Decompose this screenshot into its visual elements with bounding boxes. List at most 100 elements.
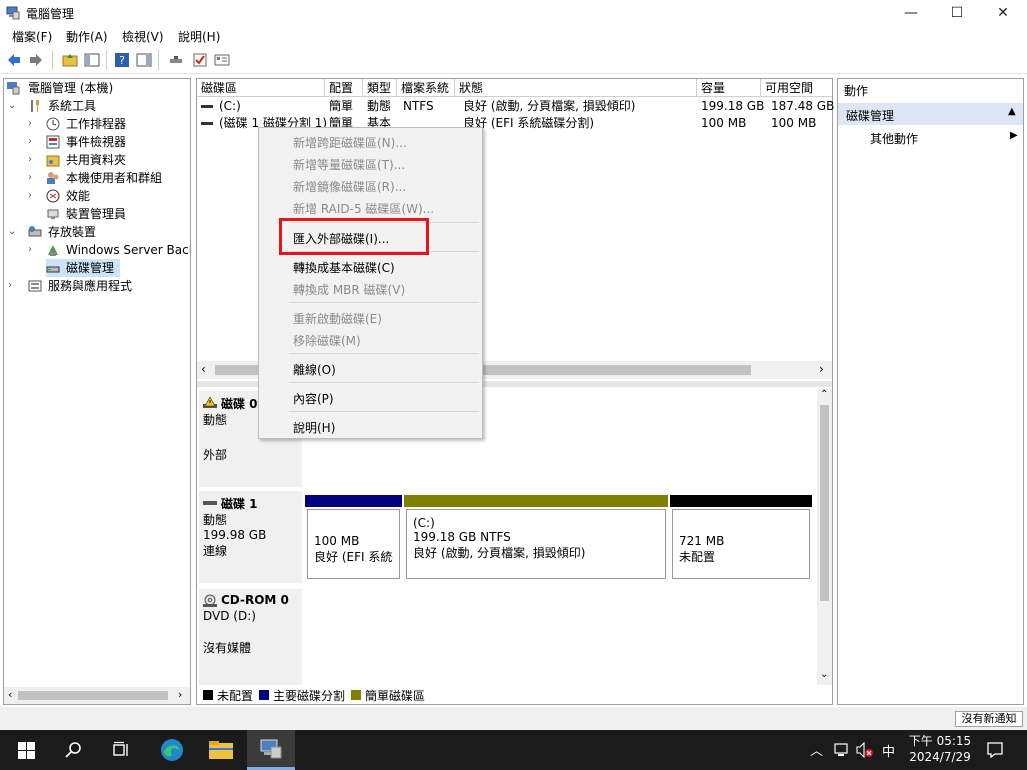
maximize-button[interactable]: ☐: [934, 0, 980, 26]
menu-item-new-raid5-volume[interactable]: 新增 RAID-5 磁碟區(W)...: [293, 200, 434, 217]
scroll-thumb[interactable]: [820, 405, 829, 601]
network-icon[interactable]: [834, 742, 850, 758]
scroll-right-icon[interactable]: ›: [819, 362, 824, 376]
menu-view[interactable]: 檢視(V): [122, 28, 164, 45]
chevron-right-icon[interactable]: ›: [8, 277, 12, 295]
forward-icon[interactable]: [28, 52, 44, 68]
tools-icon: [31, 100, 39, 112]
up-folder-icon[interactable]: [62, 52, 78, 68]
chevron-right-icon[interactable]: ›: [28, 133, 32, 151]
actions-header: 動作: [844, 84, 869, 98]
disk-1-size: 199.98 GB: [203, 528, 267, 542]
col-capacity[interactable]: 容量: [697, 79, 761, 97]
menu-item-convert-to-mbr[interactable]: 轉換成 MBR 磁碟(V): [293, 281, 405, 298]
search-icon[interactable]: [65, 741, 83, 759]
chevron-right-icon[interactable]: ›: [28, 169, 32, 187]
performance-icon: [46, 189, 60, 203]
action-pane-icon[interactable]: [136, 52, 152, 68]
col-layout[interactable]: 配置: [325, 79, 363, 97]
edge-browser-icon[interactable]: [160, 738, 184, 762]
task-view-icon[interactable]: [112, 741, 130, 759]
chevron-right-icon[interactable]: ›: [28, 115, 32, 133]
col-type[interactable]: 類型: [363, 79, 397, 97]
cdrom-0-label[interactable]: CD-ROM 0 DVD (D:) 沒有媒體: [199, 589, 302, 685]
menu-help[interactable]: 說明(H): [178, 28, 220, 45]
cdrom-status: 沒有媒體: [203, 641, 252, 655]
volume-icon: [201, 105, 213, 108]
scroll-left-icon[interactable]: ‹: [8, 688, 12, 701]
menu-item-new-mirrored-volume[interactable]: 新增鏡像磁碟區(R)...: [293, 178, 406, 195]
windows-start-icon[interactable]: [18, 742, 35, 759]
chevron-right-icon[interactable]: ›: [28, 187, 32, 205]
partition-c[interactable]: (C:) 199.18 GB NTFS 良好 (啟動, 分頁檔案, 損毀傾印): [404, 495, 668, 583]
actions-more[interactable]: 其他動作 ▶: [838, 129, 1023, 147]
taskbar: ︿ 中 下午 05:15 2024/7/29: [0, 730, 1027, 770]
menu-item-new-striped-volume[interactable]: 新增等量磁碟區(T)...: [293, 156, 405, 173]
menu-bar: 檔案(F) 動作(A) 檢視(V) 說明(H): [0, 26, 1027, 46]
users-icon: [47, 172, 59, 184]
actions-section-disk-management[interactable]: 磁碟管理 ▲: [838, 103, 1023, 125]
properties-icon[interactable]: [214, 52, 230, 68]
checklist-icon[interactable]: [192, 52, 208, 68]
show-hide-tree-icon[interactable]: [84, 52, 100, 68]
chevron-up-icon[interactable]: ︿: [810, 740, 823, 759]
tree-item-disk-management[interactable]: 磁碟管理: [46, 259, 120, 277]
table-row[interactable]: (C:) 簡單 動態 NTFS 良好 (啟動, 分頁檔案, 損毀傾印) 199.…: [197, 98, 834, 115]
actions-pane: 動作 磁碟管理 ▲ 其他動作 ▶: [837, 78, 1024, 705]
volume-icon: [201, 122, 213, 125]
taskbar-computer-management[interactable]: [247, 730, 295, 770]
volume-muted-icon[interactable]: [856, 742, 874, 758]
minimize-button[interactable]: —: [888, 0, 934, 26]
partition-efi[interactable]: 100 MB 良好 (EFI 系統磁: [305, 495, 402, 583]
disk-1-type: 動態: [203, 513, 228, 527]
tree-horizontal-scrollbar[interactable]: ‹ ›: [4, 687, 190, 704]
menu-item-new-spanned-volume[interactable]: 新增跨距磁碟區(N)...: [293, 134, 407, 151]
notification-center-icon[interactable]: [986, 741, 1004, 759]
computer-management-icon: [6, 6, 20, 20]
computer-management-icon: [260, 739, 282, 759]
chevron-right-icon[interactable]: ›: [28, 151, 32, 169]
chevron-down-icon[interactable]: ⌄: [8, 223, 16, 241]
disk-management-icon: [46, 266, 60, 273]
scroll-thumb[interactable]: [18, 691, 168, 700]
file-explorer-icon[interactable]: [208, 739, 234, 761]
clock[interactable]: 下午 05:15 2024/7/29: [900, 733, 980, 767]
close-button[interactable]: ✕: [980, 0, 1026, 26]
shared-folder-icon: [46, 155, 60, 167]
submenu-arrow-icon: ▶: [1010, 130, 1018, 141]
col-volume[interactable]: 磁碟區: [197, 79, 325, 97]
disk-view-vertical-scrollbar[interactable]: ⌃ ⌄: [817, 389, 832, 685]
scroll-right-icon[interactable]: ›: [178, 688, 182, 701]
ime-indicator[interactable]: 中: [882, 741, 895, 760]
warning-disk-icon: [203, 397, 217, 408]
col-free-space[interactable]: 可用空間: [761, 79, 832, 97]
menu-item-help[interactable]: 說明(H): [293, 419, 335, 436]
disk-1-status: 連線: [203, 544, 228, 558]
storage-icon: [28, 226, 42, 237]
collapse-up-icon[interactable]: ▲: [1008, 106, 1016, 117]
menu-item-properties[interactable]: 內容(P): [293, 390, 334, 407]
scroll-down-icon[interactable]: ⌄: [820, 669, 828, 680]
menu-action[interactable]: 動作(A): [66, 28, 108, 45]
connect-icon[interactable]: [168, 52, 184, 68]
legend-swatch-primary: [259, 690, 269, 700]
col-status[interactable]: 狀態: [455, 79, 697, 97]
menu-item-convert-to-basic[interactable]: 轉換成基本磁碟(C): [293, 259, 395, 276]
col-filesystem[interactable]: 檔案系統: [397, 79, 455, 97]
chevron-down-icon[interactable]: ⌄: [8, 97, 16, 115]
menu-item-offline[interactable]: 離線(O): [293, 361, 336, 378]
context-menu: 新增跨距磁碟區(N)... 新增等量磁碟區(T)... 新增鏡像磁碟區(R)..…: [258, 127, 483, 439]
scroll-up-icon[interactable]: ⌃: [820, 389, 828, 400]
chevron-right-icon[interactable]: ›: [28, 241, 32, 259]
menu-file[interactable]: 檔案(F): [12, 28, 52, 45]
menu-item-reactivate-disk[interactable]: 重新啟動磁碟(E): [293, 310, 382, 327]
disk-1-label[interactable]: 磁碟 1 動態 199.98 GB 連線: [199, 491, 302, 583]
computer-management-icon: [7, 82, 20, 95]
help-icon[interactable]: ?: [114, 52, 130, 68]
back-icon[interactable]: [6, 52, 22, 68]
partition-unallocated[interactable]: 721 MB 未配置: [670, 495, 812, 583]
highlight-box: [279, 218, 429, 255]
scroll-left-icon[interactable]: ‹: [201, 362, 206, 376]
menu-item-remove-disk[interactable]: 移除磁碟(M): [293, 332, 361, 349]
window-title: 電腦管理: [26, 7, 75, 21]
